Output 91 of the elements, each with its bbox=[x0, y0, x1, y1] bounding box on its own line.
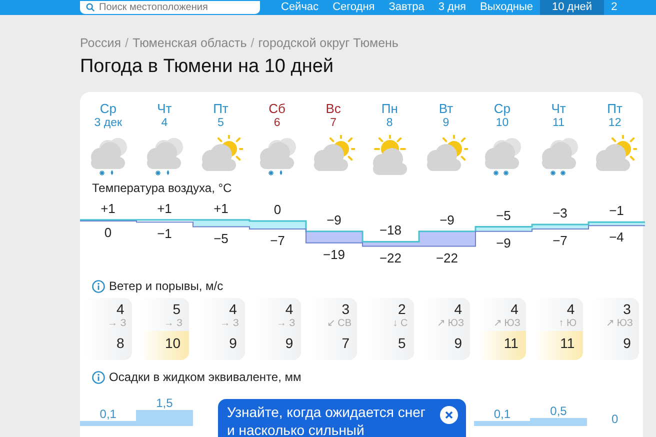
wind-direction: ↙ СВ bbox=[326, 317, 352, 331]
low-temperature: −19 bbox=[322, 246, 346, 262]
nav-tab[interactable]: 3 дня bbox=[431, 0, 473, 15]
date-label: 5 bbox=[218, 116, 224, 130]
weekday-label: Чт bbox=[551, 101, 566, 116]
popup-text: Узнайте, когда ожидается снег и насколько сильный bbox=[227, 404, 426, 437]
low-temperature: −22 bbox=[379, 250, 402, 266]
date-label: 6 bbox=[274, 116, 280, 130]
low-temperature: −22 bbox=[436, 250, 458, 266]
weekday-label: Вт bbox=[438, 101, 454, 116]
search-icon bbox=[86, 3, 95, 12]
low-temperature: −5 bbox=[214, 230, 228, 246]
wind-speed: 4 bbox=[453, 300, 464, 317]
wind-gust: 10 bbox=[140, 331, 189, 360]
high-temperature: −5 bbox=[496, 208, 511, 223]
high-temperature: +1 bbox=[100, 200, 116, 216]
wind-direction: → З bbox=[162, 317, 184, 331]
high-temperature: 0 bbox=[274, 202, 282, 217]
breadcrumb-separator: / bbox=[125, 36, 128, 50]
wind-direction: ↗ ЮЗ bbox=[436, 317, 466, 331]
nav-tab[interactable]: Завтра bbox=[382, 0, 432, 15]
wind-direction: ↗ ЮЗ bbox=[605, 317, 634, 331]
low-temperature: −7 bbox=[270, 233, 285, 248]
breadcrumb-link[interactable]: городской округ Тюмень bbox=[258, 36, 398, 50]
high-temperature: −9 bbox=[440, 212, 454, 228]
high-temperature: −9 bbox=[326, 212, 342, 228]
breadcrumb-link[interactable]: Россия bbox=[80, 36, 121, 50]
nav-tab[interactable]: Сегодня bbox=[326, 0, 382, 15]
weekday-label: Сб bbox=[268, 101, 286, 116]
weekday-label: Чт bbox=[157, 101, 172, 116]
info-icon[interactable] bbox=[92, 280, 105, 292]
close-icon[interactable] bbox=[440, 406, 458, 424]
precipitation-amount: 0,1 bbox=[494, 407, 511, 422]
nav-tab[interactable]: Выходные bbox=[473, 0, 540, 15]
high-temperature: −18 bbox=[379, 222, 402, 238]
weekday-label: Ср bbox=[494, 101, 511, 116]
search-field[interactable]: Поиск местоположения bbox=[80, 1, 260, 14]
wind-direction: → З bbox=[275, 317, 296, 331]
weekday-label: Ср bbox=[100, 101, 116, 116]
date-label: 4 bbox=[161, 116, 168, 130]
precipitation-amount: 0,1 bbox=[100, 407, 116, 422]
snow-notification-popup[interactable]: Узнайте, когда ожидается снег и насколько сильный bbox=[218, 399, 466, 437]
wind-gust: 11 bbox=[478, 331, 526, 360]
date-label: 3 дек bbox=[94, 116, 122, 130]
page-title: Погода в Тюмени на 10 дней bbox=[80, 56, 335, 78]
low-temperature: −4 bbox=[609, 230, 624, 245]
wind-speed: 4 bbox=[284, 300, 294, 317]
wind-speed: 3 bbox=[340, 300, 350, 317]
weekday-label: Пт bbox=[607, 101, 622, 116]
date-label: 10 bbox=[496, 116, 509, 130]
wind-direction: ↑ Ю bbox=[558, 317, 578, 331]
low-temperature: 0 bbox=[104, 225, 112, 240]
breadcrumb-separator: / bbox=[250, 36, 254, 50]
date-label: 7 bbox=[330, 116, 337, 130]
wind-speed: 3 bbox=[622, 300, 632, 317]
wind-direction: → З bbox=[106, 317, 128, 331]
section-title: Осадки в жидком эквиваленте, мм bbox=[109, 370, 302, 384]
wind-speed: 2 bbox=[396, 300, 407, 317]
high-temperature: −1 bbox=[609, 203, 624, 218]
high-temperature: +1 bbox=[157, 200, 172, 216]
precipitation-amount: 1,5 bbox=[156, 396, 173, 410]
wind-speed: 4 bbox=[116, 300, 126, 317]
wind-speed: 4 bbox=[228, 300, 238, 317]
precipitation-amount: 0 bbox=[611, 412, 618, 426]
date-label: 11 bbox=[552, 116, 564, 130]
breadcrumb-link[interactable]: Тюменская область bbox=[132, 36, 247, 50]
low-temperature: −9 bbox=[496, 235, 511, 250]
high-temperature: +1 bbox=[214, 200, 228, 216]
precipitation-amount: 0,5 bbox=[550, 404, 567, 418]
date-label: 9 bbox=[442, 116, 450, 130]
nav-tab[interactable]: 10 дней bbox=[540, 0, 604, 15]
low-temperature: −7 bbox=[552, 233, 568, 248]
low-temperature: −1 bbox=[157, 226, 172, 242]
wind-speed: 4 bbox=[566, 300, 576, 317]
nav-tab[interactable]: 2 bbox=[604, 0, 624, 15]
nav-tab[interactable]: Сейчас bbox=[274, 0, 326, 15]
wind-direction: ↓ С bbox=[392, 317, 409, 331]
date-label: 12 bbox=[608, 116, 622, 130]
section-title: Ветер и порывы, м/с bbox=[109, 279, 224, 293]
wind-speed: 4 bbox=[510, 300, 520, 317]
info-icon[interactable] bbox=[92, 370, 105, 384]
high-temperature: −3 bbox=[552, 205, 568, 220]
section-title: Температура воздуха, °C bbox=[92, 181, 233, 195]
wind-direction: → З bbox=[219, 317, 240, 331]
weekday-label: Пт bbox=[213, 101, 228, 116]
weekday-label: Пн bbox=[381, 101, 398, 116]
wind-direction: ↗ ЮЗ bbox=[492, 317, 522, 331]
weekday-label: Вс bbox=[326, 101, 341, 116]
wind-gust: 11 bbox=[534, 331, 583, 360]
wind-speed: 5 bbox=[172, 300, 182, 317]
date-label: 8 bbox=[386, 116, 393, 130]
